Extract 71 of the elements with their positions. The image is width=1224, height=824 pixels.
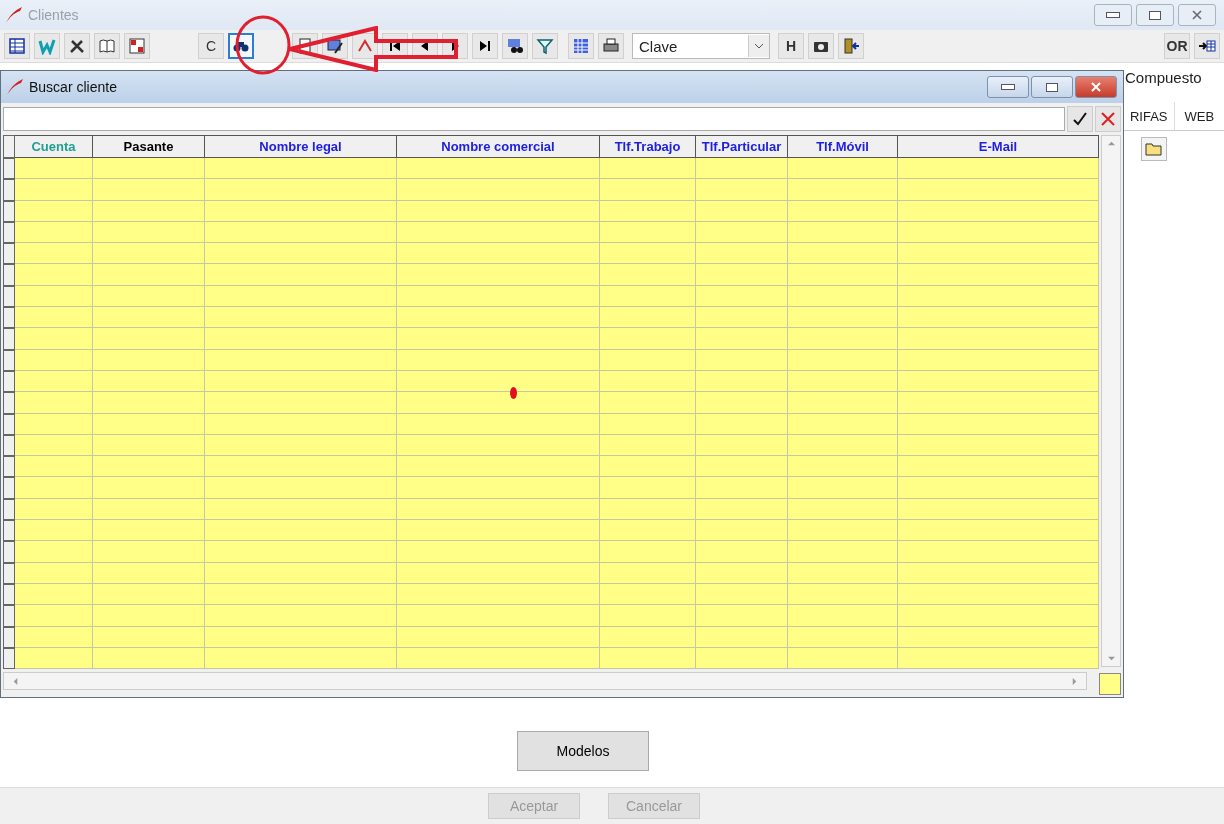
column-header[interactable]: Tlf.Móvil xyxy=(788,135,898,158)
row-indicator[interactable] xyxy=(3,647,15,670)
search-field[interactable] xyxy=(3,107,1065,131)
grid-icon[interactable] xyxy=(4,33,30,59)
column-header[interactable]: Pasante xyxy=(93,135,205,158)
row-indicator[interactable] xyxy=(3,477,15,499)
scroll-up-icon[interactable] xyxy=(1107,140,1115,147)
row-indicator[interactable] xyxy=(3,285,15,308)
close-icon xyxy=(1192,10,1202,20)
exit-door-icon[interactable] xyxy=(838,33,864,59)
row-indicator[interactable] xyxy=(3,370,15,393)
cancel-icon[interactable] xyxy=(1095,106,1121,132)
maximize-button[interactable] xyxy=(1136,4,1174,26)
row-indicator[interactable] xyxy=(3,307,15,329)
row-indicator[interactable] xyxy=(3,243,15,265)
book-icon[interactable] xyxy=(94,33,120,59)
column-header[interactable]: Tlf.Trabajo xyxy=(600,135,696,158)
row-indicator[interactable] xyxy=(3,264,15,286)
vertical-scrollbar[interactable] xyxy=(1101,135,1121,667)
h-button[interactable]: H xyxy=(778,33,804,59)
column-header[interactable]: Nombre comercial xyxy=(397,135,600,158)
filter-icon[interactable] xyxy=(532,33,558,59)
dialog-title: Buscar cliente xyxy=(29,79,117,95)
row-indicator[interactable] xyxy=(3,498,15,521)
grid-search-icon[interactable] xyxy=(502,33,528,59)
row-indicator[interactable] xyxy=(3,349,15,371)
tab[interactable]: WEB xyxy=(1173,102,1224,130)
horizontal-scrollbar[interactable] xyxy=(3,672,1087,691)
scroll-corner xyxy=(1099,673,1121,695)
sort-dropdown[interactable]: Clave xyxy=(632,33,770,59)
annotation-circle xyxy=(234,15,292,75)
last-record-icon[interactable] xyxy=(472,33,498,59)
c-button[interactable]: C xyxy=(198,33,224,59)
row-indicator[interactable] xyxy=(3,328,15,350)
window-title: Clientes xyxy=(28,7,79,23)
row-indicator[interactable] xyxy=(3,221,15,244)
folder-icon[interactable] xyxy=(1141,137,1167,161)
row-indicator[interactable] xyxy=(3,605,15,627)
row-indicator[interactable] xyxy=(3,179,15,201)
marker-dot xyxy=(510,387,517,399)
row-indicator[interactable] xyxy=(3,562,15,584)
row-indicator[interactable] xyxy=(3,434,15,457)
minimize-button[interactable] xyxy=(987,76,1029,98)
row-indicator[interactable] xyxy=(3,392,15,414)
row-indicator[interactable] xyxy=(3,541,15,563)
column-header[interactable]: Tlf.Particular xyxy=(696,135,788,158)
maximize-button[interactable] xyxy=(1031,76,1073,98)
close-icon xyxy=(1091,82,1101,92)
row-indicator[interactable] xyxy=(3,200,15,222)
close-button[interactable] xyxy=(1075,76,1117,98)
scroll-right-icon[interactable] xyxy=(1071,677,1078,685)
table-icon[interactable] xyxy=(568,33,594,59)
row-indicator[interactable] xyxy=(3,413,15,435)
row-indicator[interactable] xyxy=(3,158,15,180)
scroll-left-icon[interactable] xyxy=(12,677,19,685)
column-header[interactable]: E-Mail xyxy=(898,135,1099,158)
chevron-down-icon xyxy=(748,35,769,57)
printer-icon[interactable] xyxy=(598,33,624,59)
row-indicator[interactable] xyxy=(3,626,15,648)
or-button[interactable]: OR xyxy=(1164,33,1190,59)
checkmark-icon[interactable] xyxy=(1067,106,1093,132)
arrow-to-table-icon[interactable] xyxy=(1194,33,1220,59)
row-indicator[interactable] xyxy=(3,456,15,478)
models-button[interactable]: Modelos xyxy=(517,731,649,771)
column-header[interactable]: Nombre legal xyxy=(205,135,397,158)
row-indicator[interactable] xyxy=(3,520,15,542)
row-indicator[interactable] xyxy=(3,583,15,606)
scroll-down-icon[interactable] xyxy=(1107,655,1115,662)
camera-icon[interactable] xyxy=(808,33,834,59)
field-label: Compuesto xyxy=(1124,69,1203,86)
minimize-button[interactable] xyxy=(1094,4,1132,26)
